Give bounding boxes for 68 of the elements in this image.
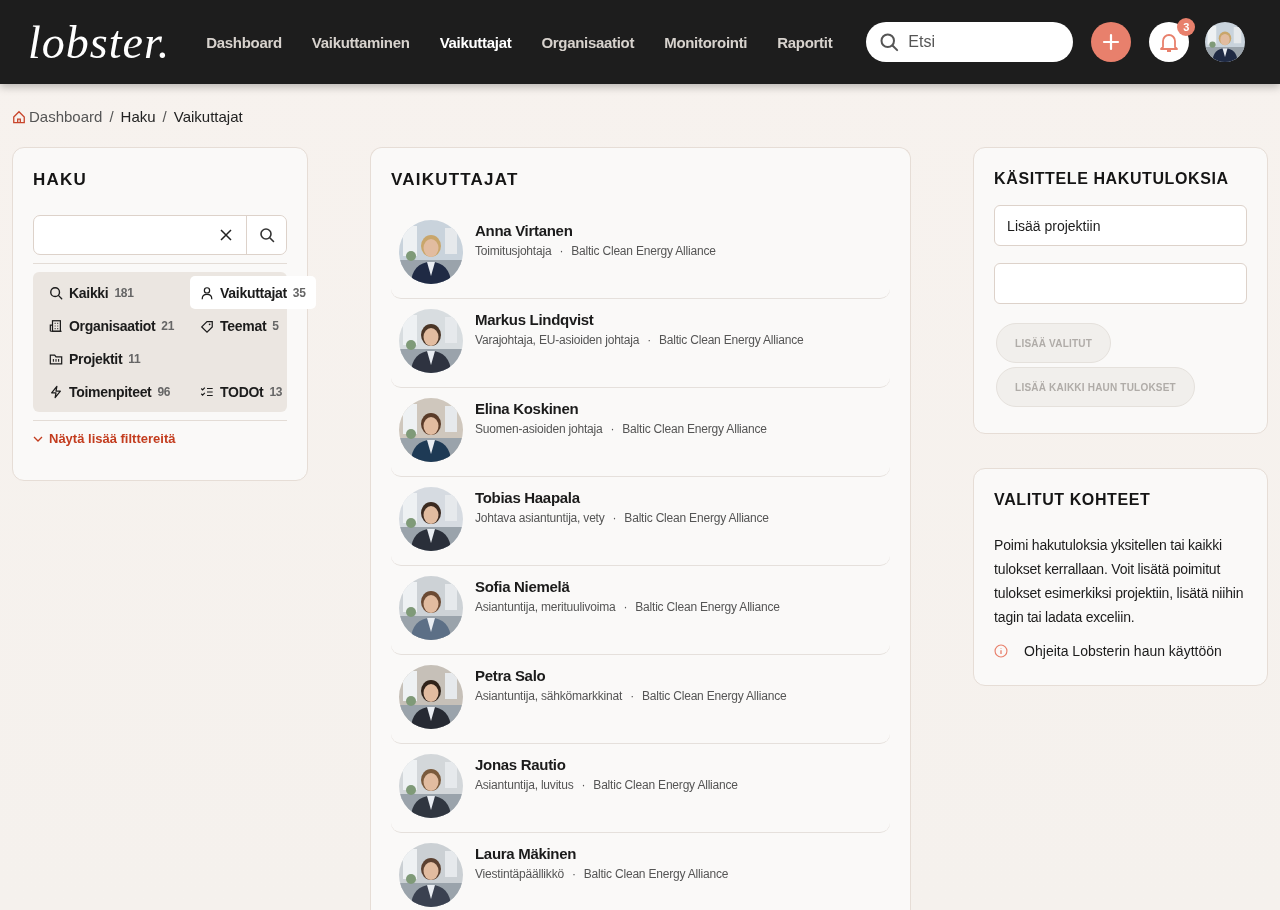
person-role: Viestintäpäällikkö xyxy=(475,867,564,881)
person-name[interactable]: Markus Lindqvist xyxy=(475,311,804,328)
separator-dot: · xyxy=(610,422,615,436)
nav-link[interactable]: Vaikuttaminen xyxy=(311,33,410,51)
filter-tab[interactable]: Projektit 11 xyxy=(39,342,151,375)
description-text: Poimi hakutuloksia yksitellen tai kaikki tulokset kerrallaan. Voit lisätä poimitut tulokset esimerkiksi projektiin, lisätä niihin tagin tai ladata exceliin. xyxy=(994,536,1245,627)
filter-tab[interactable]: Teemat 5 xyxy=(190,309,289,342)
count: 11 xyxy=(128,351,141,366)
filter-tab[interactable]: Organisaatiot 21 xyxy=(39,309,185,342)
separator-dot: · xyxy=(581,778,586,792)
filter-tab[interactable]: Vaikuttajat 35 xyxy=(190,276,316,309)
organization-name: Baltic Clean Energy Alliance xyxy=(622,422,767,436)
person-role: Asiantuntija, sähkömarkkinat xyxy=(475,689,623,703)
person-name[interactable]: Petra Salo xyxy=(475,667,787,684)
nav-link[interactable]: Vaikuttajat xyxy=(439,33,512,51)
organization-name: Baltic Clean Energy Alliance xyxy=(624,511,769,525)
panel-title: KÄSITTELE HAKUTULOKSIA xyxy=(994,170,1230,188)
nav-link[interactable]: Dashboard xyxy=(206,33,282,51)
breadcrumb-separator: / xyxy=(109,108,114,125)
filter-tab[interactable]: Toimenpiteet 96 xyxy=(39,375,181,408)
count: 5 xyxy=(272,318,279,333)
project-field[interactable]: Lisää projektiin xyxy=(994,205,1247,246)
notification-count: 3 xyxy=(1177,18,1196,36)
person-role: Asiantuntija, luvitus xyxy=(475,778,574,792)
panel-title: VALITUT KOHTEET xyxy=(994,491,1152,509)
person-role: Toimitusjohtaja xyxy=(475,244,552,258)
count: 13 xyxy=(269,384,283,399)
panel-title: HAKU xyxy=(33,170,88,190)
person-name[interactable]: Jonas Rautio xyxy=(475,756,738,773)
organization-name: Baltic Clean Energy Alliance xyxy=(571,244,716,258)
organization-name: Baltic Clean Energy Alliance xyxy=(583,867,729,881)
person-role: Suomen-asioiden johtaja xyxy=(475,422,603,436)
person-role: Varajohtaja, EU-asioiden johtaja xyxy=(475,333,640,347)
nav-link[interactable]: Organisaatiot xyxy=(541,33,635,51)
panel-title: VAIKUTTAJAT xyxy=(391,170,520,190)
breadcrumb-link[interactable]: Dashboard xyxy=(12,108,103,125)
breadcrumb-current: Vaikuttajat xyxy=(173,108,243,125)
count: 21 xyxy=(161,318,175,333)
separator-dot: · xyxy=(612,511,617,525)
help-link[interactable]: Ohjeita Lobsterin haun käyttöön xyxy=(994,643,1247,659)
count: 96 xyxy=(157,384,171,399)
person-role: Asiantuntija, merituulivoima xyxy=(475,600,616,614)
organization-name: Baltic Clean Energy Alliance xyxy=(593,778,738,792)
count: 35 xyxy=(292,285,306,300)
nav-link[interactable]: Monitorointi xyxy=(664,33,748,51)
person-name[interactable]: Tobias Haapala xyxy=(475,489,769,506)
breadcrumb-separator: / xyxy=(162,108,167,125)
logo[interactable]: lobster. xyxy=(28,15,171,69)
separator-dot: · xyxy=(623,600,628,614)
search-field[interactable]: Etsi xyxy=(866,22,1074,62)
filter-tab[interactable]: Kaikki 181 xyxy=(39,276,144,309)
person-name[interactable]: Sofia Niemelä xyxy=(475,578,780,595)
separator-dot: · xyxy=(559,244,564,258)
person-name[interactable]: Laura Mäkinen xyxy=(475,845,729,862)
separator-dot: · xyxy=(647,333,651,347)
count: 181 xyxy=(114,285,134,300)
organization-name: Baltic Clean Energy Alliance xyxy=(658,333,804,347)
breadcrumb-link[interactable]: Haku xyxy=(120,108,156,125)
separator-dot: · xyxy=(571,867,576,881)
more-filters-link[interactable]: Näytä lisää filttereitä xyxy=(33,429,176,448)
organization-name: Baltic Clean Energy Alliance xyxy=(635,600,780,614)
nav-link[interactable]: Raportit xyxy=(777,33,833,51)
filter-tab[interactable]: TODOt 13 xyxy=(190,375,293,408)
person-role: Johtava asiantuntija, vety xyxy=(475,511,605,525)
person-name[interactable]: Anna Virtanen xyxy=(475,222,716,239)
separator-dot: · xyxy=(630,689,634,703)
person-name[interactable]: Elina Koskinen xyxy=(475,400,767,417)
organization-name: Baltic Clean Energy Alliance xyxy=(641,689,787,703)
